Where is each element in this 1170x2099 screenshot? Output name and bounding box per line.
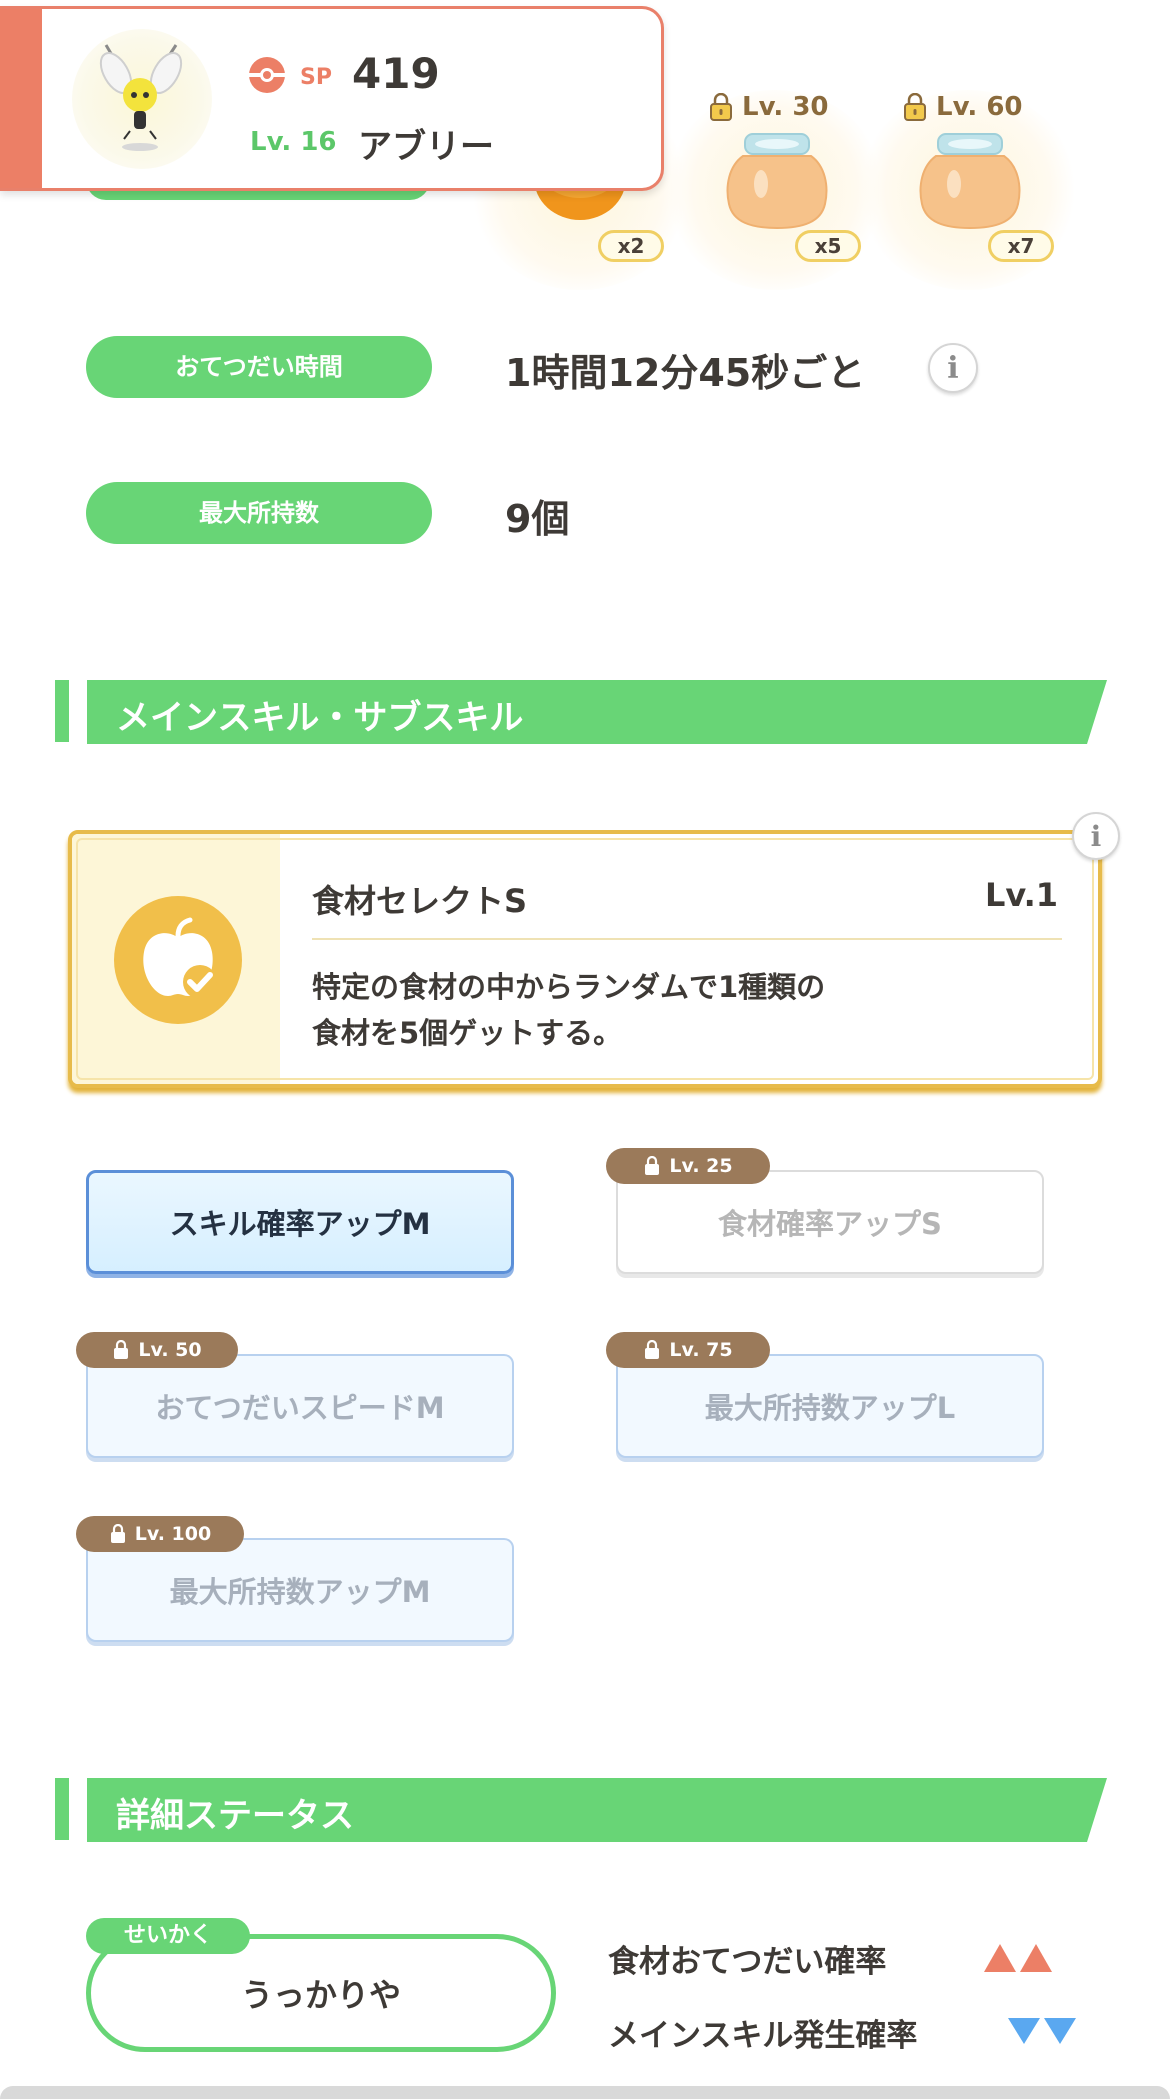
description-line: 特定の食材の中からランダムで1種類の (312, 970, 826, 1004)
effect-down-label: メインスキル発生確率 (608, 2018, 918, 2054)
pokemon-avatar (72, 29, 212, 169)
ingredient-count: x5 (795, 230, 861, 262)
ingredient-lock-level: Lv. 30 (742, 92, 829, 122)
lock-icon (110, 1524, 125, 1543)
ingredient-count: x7 (988, 230, 1054, 262)
lock-level: Lv. 25 (669, 1155, 733, 1177)
section-tick (55, 680, 69, 742)
honey-jar-icon (919, 133, 1021, 230)
sub-skill-button[interactable]: おてつだいスピードM (86, 1354, 514, 1458)
help-time-label: おてつだい時間 (86, 336, 432, 398)
lock-icon (645, 1340, 660, 1359)
sub-skill-lock-tag: Lv. 50 (76, 1332, 238, 1368)
triangle-down-icon (1008, 2018, 1076, 2044)
description-line: 食材を5個ゲットする。 (312, 1016, 623, 1050)
sp-icon (249, 57, 285, 93)
header-accent-strip (0, 9, 42, 188)
info-icon[interactable]: i (928, 343, 978, 393)
effect-up-label: 食材おてつだい確率 (608, 1944, 887, 1980)
sub-skill-button[interactable]: スキル確率アップM (86, 1170, 514, 1274)
lock-icon (710, 93, 732, 121)
pokemon-name: アブリー (358, 127, 494, 167)
divider (312, 938, 1062, 940)
apple-check-icon (114, 896, 242, 1024)
sub-skill-lock-tag: Lv. 75 (606, 1332, 770, 1368)
level-label: Lv. 16 (250, 127, 337, 157)
help-time-value: 1時間12分45秒ごと (505, 351, 866, 395)
sub-skill-button[interactable]: 最大所持数アップM (86, 1538, 514, 1642)
lock-icon (645, 1156, 660, 1175)
section-tick (55, 1778, 69, 1840)
main-skill-description: 特定の食材の中からランダムで1種類の 食材を5個ゲットする。 (312, 964, 825, 1056)
lock-level: Lv. 50 (138, 1339, 202, 1361)
details-section-title: 詳細ステータス (116, 1796, 354, 1836)
lock-icon (904, 93, 926, 121)
skills-section-title: メインスキル・サブスキル (116, 698, 524, 738)
sp-label: SP (300, 65, 332, 90)
pokemon-header-card[interactable]: SP 419 Lv. 16 アブリー (0, 6, 664, 191)
lock-icon (114, 1340, 129, 1359)
main-skill-name: 食材セレクトS (312, 882, 528, 920)
main-skill-level: Lv.1 (984, 876, 1058, 914)
nature-tag: せいかく (86, 1918, 250, 1954)
lock-level: Lv. 75 (669, 1339, 733, 1361)
triangle-up-icon (984, 1944, 1052, 1972)
sub-skill-lock-tag: Lv. 100 (76, 1516, 244, 1552)
honey-jar-icon (726, 133, 828, 230)
bottom-panel-edge (0, 2086, 1170, 2099)
sub-skill-button[interactable]: 食材確率アップS (616, 1170, 1044, 1274)
lock-level: Lv. 100 (134, 1523, 212, 1545)
max-carry-label: 最大所持数 (86, 482, 432, 544)
ingredient-count: x2 (598, 230, 664, 262)
cutiefly-icon (99, 44, 183, 151)
ingredient-lock-level: Lv. 60 (936, 92, 1023, 122)
sub-skill-lock-tag: Lv. 25 (606, 1148, 770, 1184)
ingredient-lock-label: Lv. 30 (708, 92, 829, 122)
sub-skill-button[interactable]: 最大所持数アップL (616, 1354, 1044, 1458)
info-icon[interactable]: i (1072, 812, 1120, 860)
ingredient-lock-label: Lv. 60 (902, 92, 1023, 122)
main-skill-card[interactable]: 食材セレクトS Lv.1 特定の食材の中からランダムで1種類の 食材を5個ゲット… (68, 830, 1102, 1088)
max-carry-value: 9個 (505, 497, 570, 541)
sp-value: 419 (352, 49, 440, 98)
